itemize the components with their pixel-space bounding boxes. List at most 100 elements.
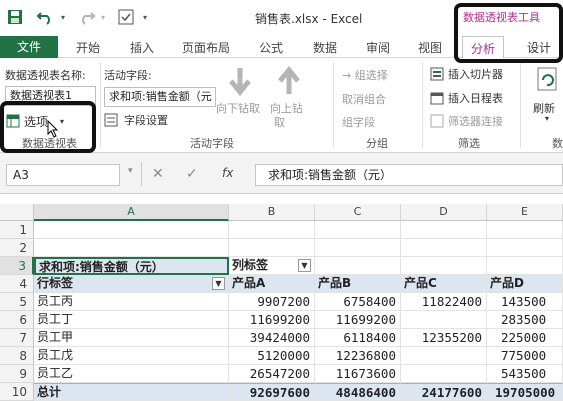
value-cell[interactable]: 11673600 [315, 365, 401, 383]
row-header[interactable]: 3 [0, 257, 34, 275]
value-cell[interactable] [401, 347, 487, 365]
enter-icon[interactable]: ✓ [186, 166, 198, 182]
value-cell[interactable] [401, 311, 487, 329]
row-header[interactable]: 9 [0, 365, 34, 383]
product-header[interactable]: 产品A [229, 275, 315, 293]
options-button[interactable]: 选项 ▾ [6, 111, 84, 131]
total-cell[interactable]: 48486400 [315, 383, 401, 401]
redo-icon[interactable] [76, 7, 98, 27]
row-labels-cell[interactable]: 行标签 [34, 275, 229, 293]
total-cell[interactable]: 19705000 [487, 383, 563, 401]
tab-file[interactable]: 文件 [0, 36, 58, 58]
tab-review[interactable]: 审阅 [366, 39, 390, 56]
value-cell[interactable]: 9907200 [229, 293, 315, 311]
value-cell[interactable]: 6758400 [315, 293, 401, 311]
cell[interactable] [315, 239, 401, 257]
insert-function-icon[interactable]: fx [222, 166, 233, 180]
tab-analyze[interactable]: 分析 [462, 36, 505, 59]
active-field-input[interactable]: 求和项:销售金额（元 [104, 87, 216, 107]
product-header[interactable]: 产品B [315, 275, 401, 293]
cell[interactable] [229, 221, 315, 239]
cell[interactable] [401, 221, 487, 239]
total-label[interactable]: 总计 [34, 383, 229, 401]
cell[interactable] [487, 257, 563, 275]
value-cell[interactable]: 12236800 [315, 347, 401, 365]
column-header-d[interactable]: D [401, 204, 487, 221]
value-cell[interactable]: 5120000 [229, 347, 315, 365]
value-cell[interactable]: 543500 [487, 365, 563, 383]
employee-label[interactable]: 员工丁 [34, 311, 229, 329]
value-cell[interactable]: 6118400 [315, 329, 401, 347]
cell[interactable] [487, 221, 563, 239]
column-header-b[interactable]: B [229, 204, 315, 221]
tab-formulas[interactable]: 公式 [259, 39, 283, 56]
cell[interactable] [34, 239, 229, 257]
ribbon-separator [333, 62, 334, 148]
value-cell[interactable]: 39424000 [229, 329, 315, 347]
cancel-icon[interactable]: ✕ [152, 166, 164, 182]
row-header[interactable]: 5 [0, 293, 34, 311]
name-box[interactable]: A3 [6, 164, 120, 186]
row-filter-dropdown-icon[interactable]: ▼ [212, 277, 225, 290]
tab-data[interactable]: 数据 [313, 39, 337, 56]
refresh-icon[interactable] [532, 66, 562, 102]
tab-view[interactable]: 视图 [418, 39, 442, 56]
value-cell[interactable]: 283500 [487, 311, 563, 329]
column-header-a[interactable]: A [34, 204, 229, 221]
employee-label[interactable]: 员工乙 [34, 365, 229, 383]
column-filter-dropdown-icon[interactable]: ▼ [298, 259, 311, 272]
employee-label[interactable]: 员工甲 [34, 329, 229, 347]
quick-access-dropdown-icon[interactable]: ▾ [140, 7, 150, 27]
row-header[interactable]: 4 [0, 275, 34, 293]
value-cell[interactable]: 11699200 [315, 311, 401, 329]
cell[interactable] [401, 239, 487, 257]
cell[interactable] [229, 239, 315, 257]
tab-design[interactable]: 设计 [527, 39, 551, 56]
tab-home[interactable]: 开始 [76, 39, 100, 56]
refresh-label[interactable]: 刷新 [533, 100, 555, 116]
cell[interactable] [401, 257, 487, 275]
field-settings-button[interactable]: 字段设置 [104, 112, 168, 128]
product-header[interactable]: 产品C [401, 275, 487, 293]
cell[interactable] [315, 221, 401, 239]
name-box-dropdown-icon[interactable]: ▾ [128, 166, 133, 176]
column-header-e[interactable]: E [487, 204, 563, 221]
product-header[interactable]: 产品D [487, 275, 563, 293]
tab-insert[interactable]: 插入 [130, 39, 154, 56]
select-all-corner[interactable] [0, 204, 34, 221]
formula-input[interactable]: 求和项:销售金额（元） [255, 164, 563, 186]
cell[interactable] [315, 257, 401, 275]
undo-icon[interactable] [34, 7, 56, 27]
employee-label[interactable]: 员工丙 [34, 293, 229, 311]
tab-page-layout[interactable]: 页面布局 [182, 39, 230, 56]
row-header[interactable]: 7 [0, 329, 34, 347]
value-cell[interactable]: 775000 [487, 347, 563, 365]
cell[interactable] [487, 239, 563, 257]
value-cell[interactable]: 12355200 [401, 329, 487, 347]
value-cell[interactable]: 225000 [487, 329, 563, 347]
total-cell[interactable]: 24177600 [401, 383, 487, 401]
value-cell[interactable]: 11822400 [401, 293, 487, 311]
pivot-name-input[interactable]: 数据透视表1 [5, 86, 96, 106]
options-dropdown-icon[interactable]: ▾ [60, 117, 64, 126]
insert-slicer-button[interactable]: 插入切片器 [430, 66, 503, 82]
row-header[interactable]: 6 [0, 311, 34, 329]
employee-label[interactable]: 员工戊 [34, 347, 229, 365]
insert-timeline-button[interactable]: 插入日程表 [430, 90, 503, 106]
total-cell[interactable]: 92697600 [229, 383, 315, 401]
value-cell[interactable]: 11699200 [229, 311, 315, 329]
cell[interactable] [34, 221, 229, 239]
value-cell[interactable]: 143500 [487, 293, 563, 311]
undo-dropdown-icon[interactable]: ▾ [58, 7, 68, 27]
row-header[interactable]: 8 [0, 347, 34, 365]
customize-icon[interactable] [116, 7, 136, 27]
row-header[interactable]: 2 [0, 239, 34, 257]
column-header-c[interactable]: C [315, 204, 401, 221]
refresh-dropdown-icon[interactable]: ▾ [545, 114, 549, 123]
value-cell[interactable] [401, 365, 487, 383]
value-cell[interactable]: 26547200 [229, 365, 315, 383]
pivot-title-cell[interactable]: 求和项:销售金额（元） [34, 257, 229, 275]
save-icon[interactable] [4, 7, 26, 27]
row-header[interactable]: 10 [0, 383, 34, 401]
row-header[interactable]: 1 [0, 221, 34, 239]
